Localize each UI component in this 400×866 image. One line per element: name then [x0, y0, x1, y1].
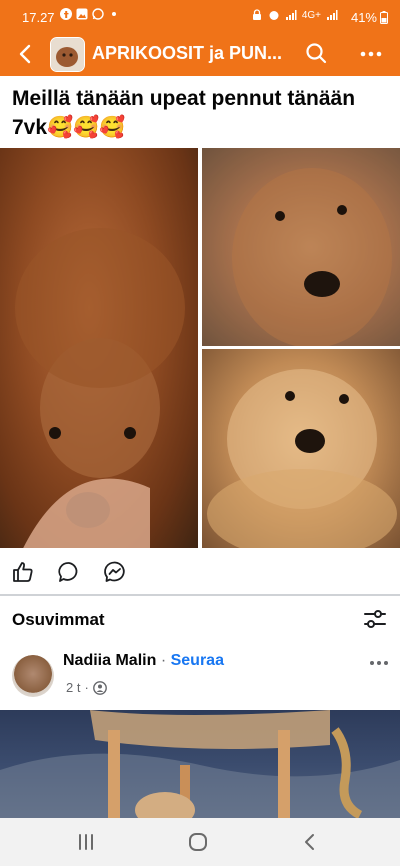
post-text: Meillä tänään upeat pennut tänään 7vk🥰🥰🥰	[12, 87, 356, 139]
puppy-photo-1[interactable]	[0, 148, 198, 548]
puppy-photo-3-image	[207, 369, 397, 548]
post-actions	[0, 556, 400, 590]
like-icon[interactable]	[11, 560, 35, 584]
status-time: 17.27	[22, 10, 55, 25]
group-title[interactable]: APRIKOOSIT ja PUN...	[92, 43, 282, 64]
navigation-bar	[0, 818, 400, 866]
more-icon[interactable]	[358, 42, 384, 66]
filter-icon[interactable]	[362, 607, 388, 631]
follow-link[interactable]: Seuraa	[171, 652, 224, 669]
privacy-group-icon	[92, 680, 107, 695]
battery-percent: 41%	[350, 10, 377, 25]
name-separator: ·	[160, 652, 167, 669]
comment-more-icon[interactable]	[366, 654, 392, 672]
comment-time: 2 t	[66, 680, 81, 695]
whatsapp-notification-icon	[92, 8, 104, 20]
battery-icon	[380, 11, 388, 24]
status-bar: 17.27 4G+ 41%	[0, 0, 400, 34]
comment-photo-image	[0, 710, 400, 820]
puppy-photo-2[interactable]	[202, 148, 400, 346]
puppy-photo-3[interactable]	[202, 349, 400, 548]
back-icon[interactable]	[298, 830, 322, 854]
group-header: APRIKOOSIT ja PUN...	[0, 34, 400, 76]
lock-icon	[252, 9, 261, 20]
comment-icon[interactable]	[57, 560, 81, 584]
group-avatar-image	[51, 38, 84, 71]
comment-photo[interactable]	[0, 710, 400, 820]
back-arrow-icon[interactable]	[14, 42, 38, 66]
search-icon[interactable]	[304, 41, 328, 65]
home-icon[interactable]	[186, 830, 210, 854]
signal-icon-2	[327, 10, 338, 20]
recent-apps-icon[interactable]	[74, 830, 98, 854]
section-divider	[0, 594, 400, 596]
network-label: 4G+	[301, 9, 321, 21]
puppy-photo-1-image	[15, 228, 185, 548]
facebook-notification-icon	[60, 8, 72, 20]
commenter-avatar[interactable]	[12, 655, 54, 697]
comment-sort-label[interactable]: Osuvimmat	[12, 610, 105, 630]
group-avatar[interactable]	[50, 37, 85, 72]
signal-icon	[285, 10, 297, 20]
dot-notification-icon	[112, 12, 116, 16]
messenger-icon[interactable]	[103, 560, 127, 584]
puppy-photo-2-image	[202, 148, 400, 346]
meta-separator: ·	[84, 680, 89, 695]
commenter-name[interactable]: Nadiia Malin	[63, 652, 156, 669]
gallery-notification-icon	[76, 8, 88, 20]
post-photos[interactable]	[0, 148, 400, 548]
alarm-icon	[269, 11, 279, 20]
